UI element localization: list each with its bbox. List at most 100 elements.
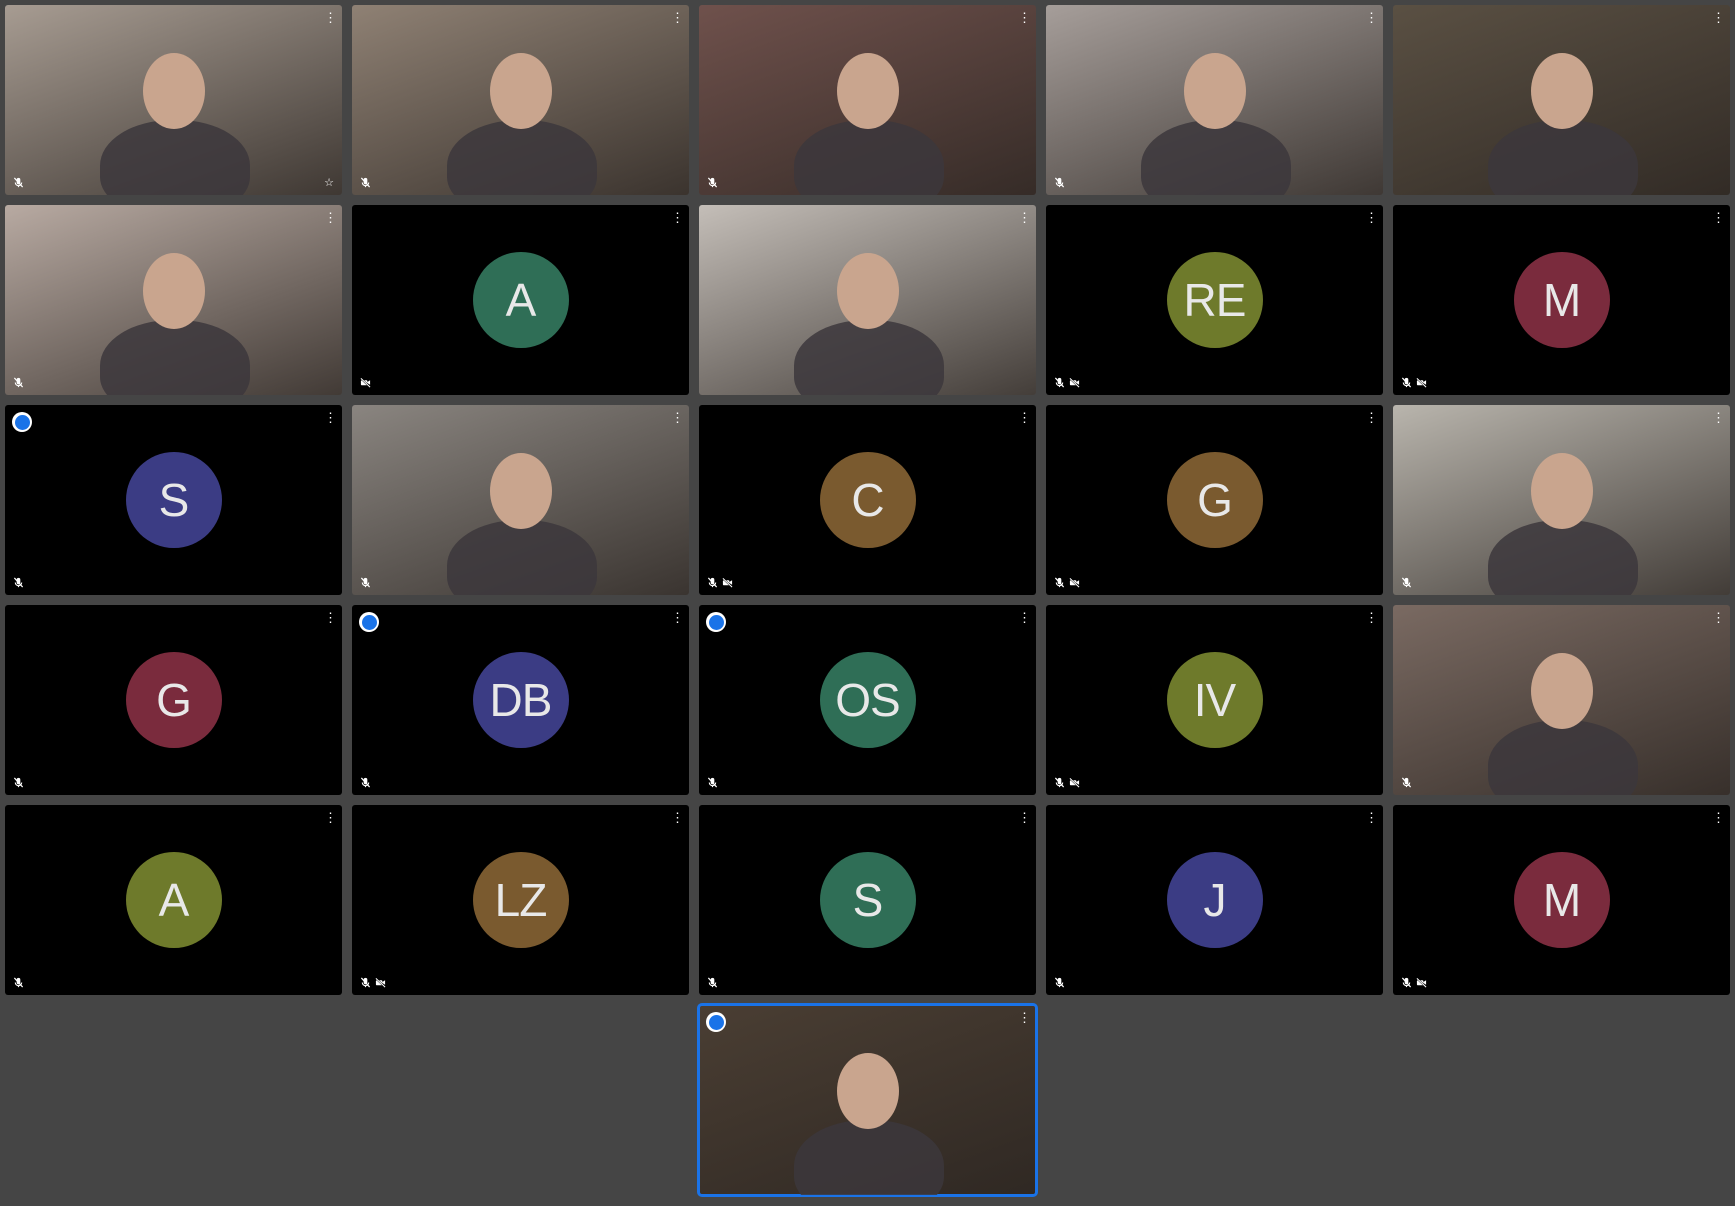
tile-video-4[interactable]: ⋮ <box>1046 5 1383 195</box>
more-options-button[interactable]: ⋮ <box>1712 11 1725 25</box>
more-options-button[interactable]: ⋮ <box>1018 211 1031 225</box>
tile-video-15[interactable]: ⋮ <box>1393 405 1730 595</box>
participant-face <box>1531 653 1593 729</box>
more-options-button[interactable]: ⋮ <box>1365 811 1378 825</box>
mic-off-icon <box>360 577 371 588</box>
more-options-button[interactable]: ⋮ <box>324 211 337 225</box>
tile-video-5[interactable]: ⋮ <box>1393 5 1730 195</box>
camera-off-icon <box>360 377 371 388</box>
participant-avatar: J <box>1166 852 1263 948</box>
mic-off-icon <box>1401 777 1412 788</box>
status-indicators <box>1054 977 1065 988</box>
more-options-button[interactable]: ⋮ <box>1018 411 1031 425</box>
tile-avatar[interactable]: S ⋮ <box>699 805 1036 995</box>
more-options-button[interactable]: ⋮ <box>1365 411 1378 425</box>
badge-inner <box>708 1014 724 1030</box>
participant-avatar: IV <box>1166 652 1263 748</box>
participant-avatar: C <box>819 452 916 548</box>
more-options-button[interactable]: ⋮ <box>1712 811 1725 825</box>
tile-avatar[interactable]: C ⋮ <box>699 405 1036 595</box>
more-options-button[interactable]: ⋮ <box>1712 411 1725 425</box>
status-indicators <box>1054 777 1080 788</box>
mic-off-icon <box>360 177 371 188</box>
mic-off-icon <box>13 777 24 788</box>
participant-face <box>490 53 552 129</box>
mic-off-icon <box>707 977 718 988</box>
participant-video-figure <box>1141 120 1291 195</box>
tile-avatar[interactable]: DB ⋮ <box>352 605 689 795</box>
tile-video-20[interactable]: ⋮ <box>1393 605 1730 795</box>
status-indicators <box>360 377 371 388</box>
more-options-button[interactable]: ⋮ <box>1018 11 1031 25</box>
tile-video-1[interactable]: ⋮ ☆ <box>5 5 342 195</box>
more-options-button[interactable]: ⋮ <box>671 811 684 825</box>
status-indicators <box>360 777 371 788</box>
tile-video-2[interactable]: ⋮ <box>352 5 689 195</box>
more-options-button[interactable]: ⋮ <box>1018 1011 1031 1025</box>
tile-video-3[interactable]: ⋮ <box>699 5 1036 195</box>
tile-video-8[interactable]: ⋮ <box>699 205 1036 395</box>
more-options-button[interactable]: ⋮ <box>324 411 337 425</box>
participant-avatar: G <box>125 652 222 748</box>
status-indicators <box>13 377 24 388</box>
participant-avatar: S <box>125 452 222 548</box>
tile-avatar[interactable]: G ⋮ <box>5 605 342 795</box>
more-options-button[interactable]: ⋮ <box>1365 11 1378 25</box>
tile-avatar[interactable]: M ⋮ <box>1393 205 1730 395</box>
presenting-badge-icon <box>359 612 379 632</box>
tile-avatar[interactable]: M ⋮ <box>1393 805 1730 995</box>
tile-avatar[interactable]: RE ⋮ <box>1046 205 1383 395</box>
mic-off-icon <box>13 377 24 388</box>
participant-video-figure <box>447 520 597 595</box>
badge-inner <box>708 614 724 630</box>
status-indicators <box>1401 777 1412 788</box>
more-options-button[interactable]: ⋮ <box>1018 611 1031 625</box>
tile-avatar[interactable]: LZ ⋮ <box>352 805 689 995</box>
pin-icon[interactable]: ☆ <box>324 176 334 189</box>
more-options-button[interactable]: ⋮ <box>1365 211 1378 225</box>
more-options-button[interactable]: ⋮ <box>671 11 684 25</box>
mic-off-icon <box>1401 977 1412 988</box>
tile-avatar[interactable]: G ⋮ <box>1046 405 1383 595</box>
participant-video-figure <box>447 120 597 195</box>
more-options-button[interactable]: ⋮ <box>324 611 337 625</box>
camera-off-icon <box>1069 777 1080 788</box>
tile-video-12[interactable]: ⋮ <box>352 405 689 595</box>
tile-avatar[interactable]: J ⋮ <box>1046 805 1383 995</box>
participant-avatar: M <box>1513 252 1610 348</box>
participant-face <box>1531 453 1593 529</box>
tile-avatar[interactable]: OS ⋮ <box>699 605 1036 795</box>
tile-video-6[interactable]: ⋮ <box>5 205 342 395</box>
participant-face <box>837 1053 899 1129</box>
mic-off-icon <box>1401 577 1412 588</box>
more-options-button[interactable]: ⋮ <box>1712 211 1725 225</box>
more-options-button[interactable]: ⋮ <box>671 211 684 225</box>
more-options-button[interactable]: ⋮ <box>1018 811 1031 825</box>
tile-avatar[interactable]: S ⋮ <box>5 405 342 595</box>
tile-avatar[interactable]: A ⋮ <box>5 805 342 995</box>
tile-video-self[interactable]: ⋮ <box>697 1003 1038 1197</box>
status-indicators <box>1054 177 1065 188</box>
presenting-badge-icon <box>12 412 32 432</box>
more-options-button[interactable]: ⋮ <box>324 811 337 825</box>
tile-avatar[interactable]: A ⋮ <box>352 205 689 395</box>
more-options-button[interactable]: ⋮ <box>671 411 684 425</box>
participant-face <box>1184 53 1246 129</box>
participant-face <box>837 53 899 129</box>
status-indicators <box>13 177 24 188</box>
presenting-badge-icon <box>706 1012 726 1032</box>
status-indicators <box>1401 377 1427 388</box>
presenting-badge-icon <box>706 612 726 632</box>
status-indicators <box>360 977 386 988</box>
mic-off-icon <box>707 177 718 188</box>
tile-avatar[interactable]: IV ⋮ <box>1046 605 1383 795</box>
more-options-button[interactable]: ⋮ <box>1712 611 1725 625</box>
camera-off-icon <box>1416 377 1427 388</box>
camera-off-icon <box>375 977 386 988</box>
more-options-button[interactable]: ⋮ <box>671 611 684 625</box>
participant-video-figure <box>1488 520 1638 595</box>
participant-face <box>490 453 552 529</box>
more-options-button[interactable]: ⋮ <box>1365 611 1378 625</box>
more-options-button[interactable]: ⋮ <box>324 11 337 25</box>
participant-face <box>143 53 205 129</box>
